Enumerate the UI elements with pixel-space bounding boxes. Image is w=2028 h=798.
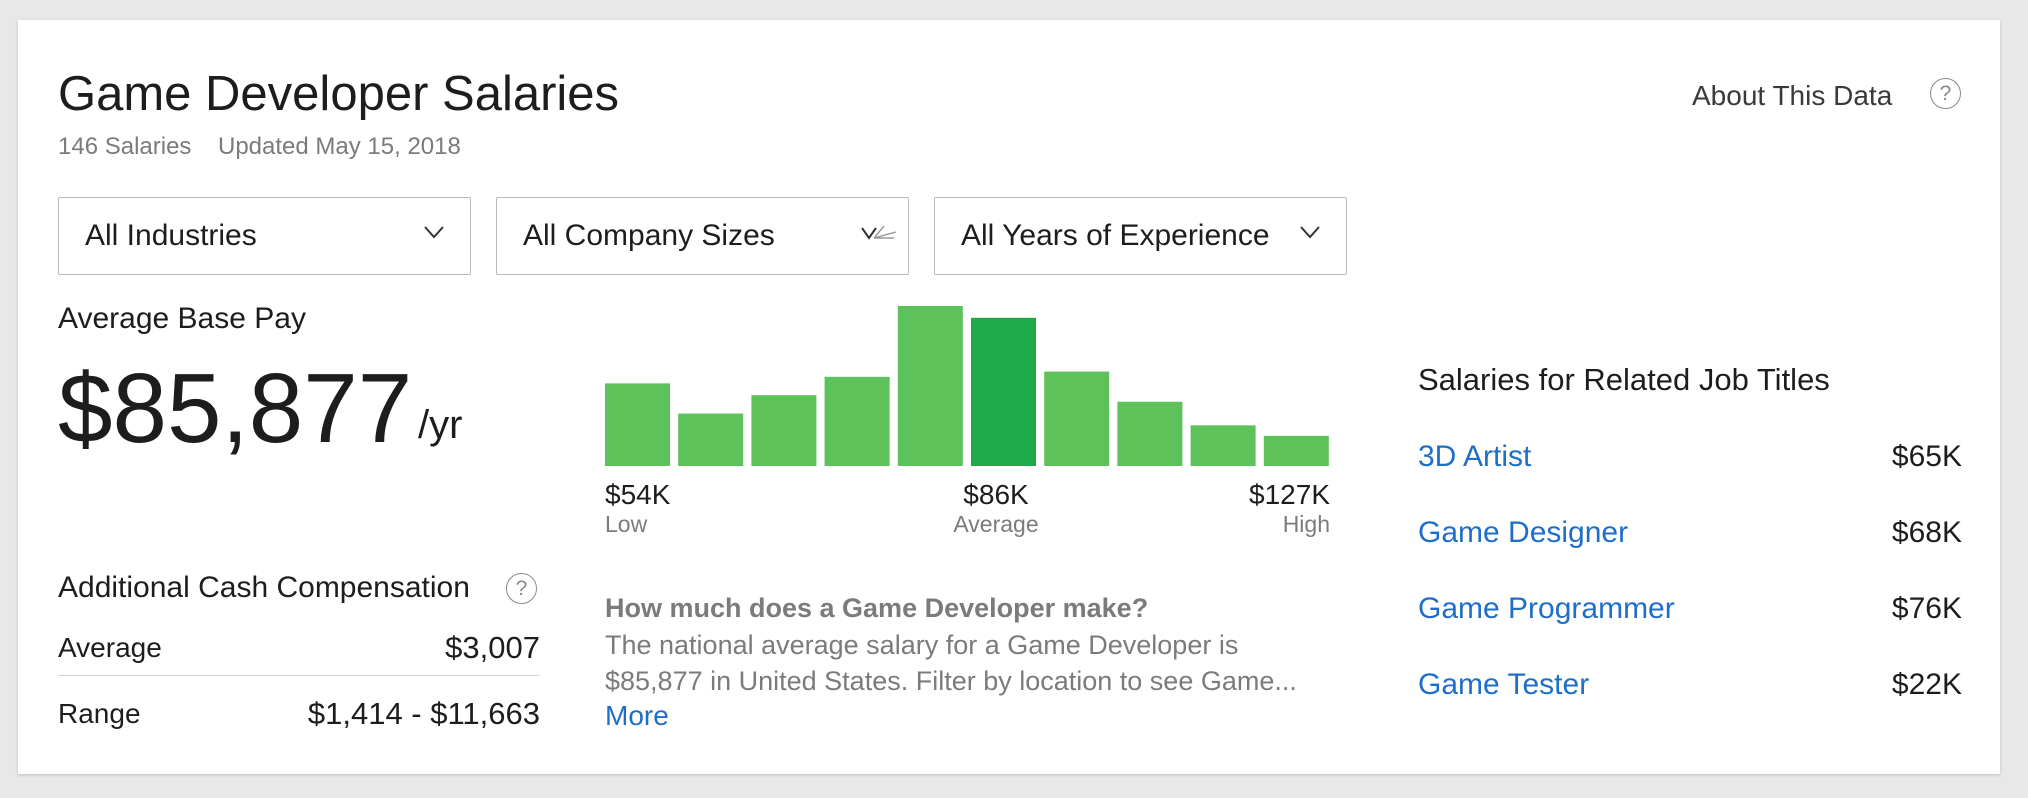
histogram-caption-label: High bbox=[1283, 511, 1330, 537]
related-item: Game Programmer $76K bbox=[1418, 588, 1962, 628]
related-salary: $76K bbox=[1891, 592, 1962, 625]
chevron-down-icon bbox=[424, 226, 444, 239]
more-link[interactable]: More bbox=[605, 700, 669, 732]
related-title-link[interactable]: Game Tester bbox=[1418, 668, 1589, 702]
histogram-bar bbox=[751, 395, 817, 466]
experience-filter-label: All Years of Experience bbox=[961, 219, 1270, 252]
histogram-value-label: $86K bbox=[963, 479, 1029, 510]
histogram-value-label: $54K bbox=[605, 479, 671, 510]
related-item: Game Tester $22K bbox=[1418, 664, 1962, 704]
experience-filter[interactable]: All Years of Experience bbox=[934, 197, 1347, 275]
divider bbox=[58, 675, 540, 676]
salary-count: 146 Salaries bbox=[58, 133, 192, 160]
histogram-bar bbox=[1263, 435, 1329, 466]
cash-average-label: Average bbox=[58, 632, 162, 663]
histogram-bar bbox=[605, 383, 670, 466]
related-title-link[interactable]: 3D Artist bbox=[1418, 440, 1531, 474]
description-question: How much does a Game Developer make? bbox=[605, 593, 1149, 623]
related-heading: Salaries for Related Job Titles bbox=[1418, 362, 1830, 397]
related-salary: $65K bbox=[1891, 440, 1962, 473]
related-salary: $22K bbox=[1891, 668, 1962, 701]
related-salary: $68K bbox=[1891, 516, 1962, 549]
histogram-value-label: $127K bbox=[1249, 479, 1330, 510]
related-item: Game Designer $68K bbox=[1418, 512, 1962, 552]
industry-filter[interactable]: All Industries bbox=[58, 197, 471, 275]
chevron-down-icon bbox=[861, 225, 897, 240]
base-pay-unit: /yr bbox=[418, 403, 463, 447]
base-pay-heading: Average Base Pay bbox=[58, 302, 306, 335]
chevron-down-icon bbox=[1300, 226, 1320, 239]
histogram-bar bbox=[1190, 425, 1256, 466]
cash-range-label: Range bbox=[58, 698, 141, 729]
updated-date: Updated May 15, 2018 bbox=[218, 133, 461, 160]
histogram-bar bbox=[971, 317, 1036, 466]
related-title-link[interactable]: Game Programmer bbox=[1418, 592, 1675, 626]
histogram-bar bbox=[897, 306, 963, 466]
about-data-link[interactable]: About This Data bbox=[1692, 80, 1892, 112]
histogram-bar bbox=[678, 413, 744, 466]
description-text: The national average salary for a Game D… bbox=[605, 630, 1297, 696]
additional-cash-help-icon[interactable]: ? bbox=[506, 573, 537, 604]
histogram-bar bbox=[1117, 401, 1183, 466]
histogram-caption-label: Low bbox=[605, 511, 648, 537]
industry-filter-label: All Industries bbox=[85, 219, 257, 252]
company-size-filter[interactable]: All Company Sizes bbox=[496, 197, 909, 275]
histogram-bar bbox=[824, 376, 890, 466]
cash-average-value: $3,007 bbox=[445, 630, 540, 665]
page-title: Game Developer Salaries bbox=[58, 67, 620, 121]
salary-histogram: $54KLow $86KAverage $127KHigh bbox=[605, 306, 1330, 537]
base-pay-amount: $85,877 bbox=[58, 353, 413, 463]
related-item: 3D Artist $65K bbox=[1418, 436, 1962, 476]
company-size-filter-label: All Company Sizes bbox=[523, 219, 775, 252]
about-help-icon[interactable]: ? bbox=[1930, 78, 1961, 109]
histogram-bar bbox=[1044, 371, 1110, 466]
cash-range-value: $1,414 - $11,663 bbox=[307, 696, 540, 731]
histogram-caption-label: Average bbox=[953, 511, 1038, 537]
additional-cash-heading: Additional Cash Compensation bbox=[58, 571, 470, 604]
related-title-link[interactable]: Game Designer bbox=[1418, 516, 1628, 550]
